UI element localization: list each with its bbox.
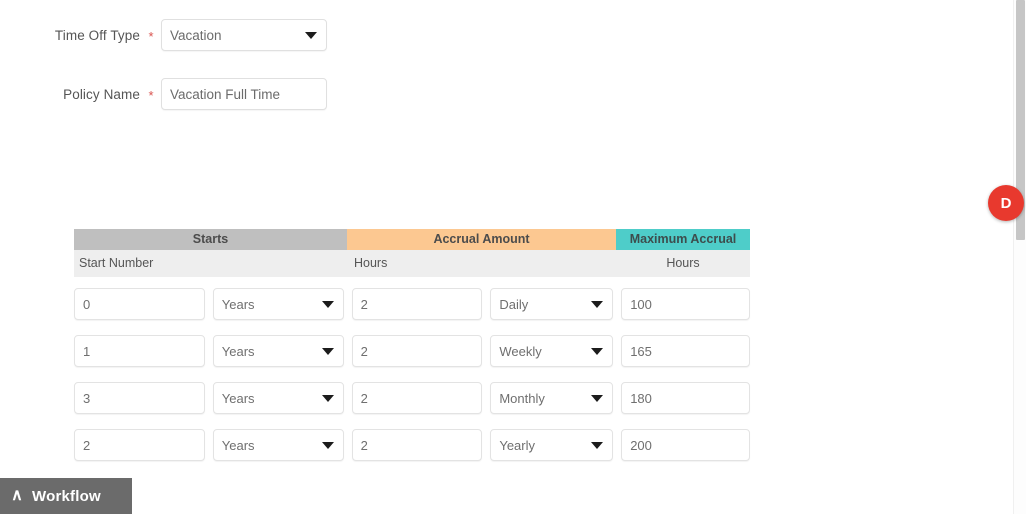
chevron-down-icon — [591, 301, 604, 308]
start-number-input[interactable]: 3 — [74, 382, 205, 414]
table-row: 1 Years 2 Weekly 165 — [74, 335, 750, 367]
form-row-policy-name: Policy Name * Vacation Full Time — [0, 78, 327, 110]
accrual-frequency-select[interactable]: Weekly — [490, 335, 614, 367]
column-group-maximum-accrual: Maximum Accrual — [616, 229, 750, 250]
accrual-amount-value: 2 — [360, 343, 368, 359]
chevron-down-icon — [321, 442, 334, 449]
table-row: 3 Years 2 Monthly 180 — [74, 382, 750, 414]
time-off-type-value: Vacation — [170, 27, 222, 43]
start-number-value: 3 — [83, 390, 91, 406]
column-group-accrual-amount: Accrual Amount — [347, 229, 616, 250]
accrual-amount-input[interactable]: 2 — [351, 382, 483, 414]
required-indicator-policy-name: * — [148, 87, 154, 103]
subheader-start-number: Start Number — [79, 256, 154, 270]
accrual-amount-value: 2 — [360, 437, 368, 453]
accrual-table: Starts Accrual Amount Maximum Accrual St… — [74, 229, 750, 476]
chevron-down-icon — [591, 442, 604, 449]
chevron-down-icon — [321, 395, 334, 402]
maximum-accrual-value: 180 — [630, 390, 652, 406]
start-unit-value: Years — [221, 343, 255, 359]
workflow-label: Workflow — [32, 487, 101, 505]
policy-name-input[interactable]: Vacation Full Time — [161, 78, 327, 110]
column-group-starts: Starts — [74, 229, 347, 250]
subheader-accrual-hours: Hours — [354, 256, 388, 270]
start-number-input[interactable]: 2 — [74, 429, 205, 461]
chevron-up-icon: ∧ — [11, 487, 23, 504]
chevron-down-icon — [321, 348, 334, 355]
page-canvas: Time Off Type * Vacation Policy Name * V… — [0, 0, 1014, 514]
accrual-frequency-select[interactable]: Monthly — [490, 382, 614, 414]
chevron-down-icon — [321, 301, 334, 308]
start-number-input[interactable]: 1 — [74, 335, 205, 367]
user-avatar-badge[interactable]: D — [988, 185, 1024, 221]
accrual-frequency-value: Daily — [499, 296, 529, 312]
chevron-down-icon — [591, 348, 604, 355]
accrual-amount-input[interactable]: 2 — [351, 288, 483, 320]
accrual-amount-value: 2 — [360, 390, 368, 406]
accrual-frequency-value: Monthly — [499, 390, 545, 406]
time-off-type-select[interactable]: Vacation — [161, 19, 327, 51]
maximum-accrual-input[interactable]: 100 — [621, 288, 750, 320]
start-number-value: 1 — [83, 343, 91, 359]
accrual-frequency-select[interactable]: Yearly — [490, 429, 614, 461]
form-row-time-off-type: Time Off Type * Vacation — [0, 19, 327, 51]
start-unit-value: Years — [221, 390, 255, 406]
maximum-accrual-value: 100 — [630, 296, 652, 312]
accrual-frequency-value: Weekly — [499, 343, 542, 359]
start-number-value: 2 — [83, 437, 91, 453]
chevron-down-icon — [305, 32, 317, 39]
avatar-initial: D — [1000, 194, 1012, 212]
accrual-table-rows: 0 Years 2 Daily 100 1 Years 2 Weekly 165… — [74, 277, 750, 461]
accrual-amount-input[interactable]: 2 — [351, 335, 483, 367]
chevron-down-icon — [591, 395, 604, 402]
maximum-accrual-value: 165 — [630, 343, 652, 359]
start-unit-value: Years — [221, 437, 255, 453]
table-row: 0 Years 2 Daily 100 — [74, 288, 750, 320]
maximum-accrual-input[interactable]: 180 — [621, 382, 750, 414]
policy-name-value: Vacation Full Time — [170, 86, 281, 102]
accrual-amount-input[interactable]: 2 — [351, 429, 483, 461]
maximum-accrual-value: 200 — [630, 437, 652, 453]
start-number-value: 0 — [83, 296, 91, 312]
accrual-frequency-value: Yearly — [499, 437, 535, 453]
start-unit-select[interactable]: Years — [212, 288, 344, 320]
start-unit-select[interactable]: Years — [212, 429, 344, 461]
start-unit-select[interactable]: Years — [212, 335, 344, 367]
table-row: 2 Years 2 Yearly 200 — [74, 429, 750, 461]
accrual-table-group-header: Starts Accrual Amount Maximum Accrual — [74, 229, 750, 250]
label-time-off-type: Time Off Type — [54, 27, 140, 43]
start-unit-select[interactable]: Years — [212, 382, 344, 414]
label-policy-name: Policy Name — [63, 86, 140, 102]
maximum-accrual-input[interactable]: 165 — [621, 335, 750, 367]
accrual-table-sub-header: Start Number Hours Hours — [74, 250, 750, 277]
workflow-toggle-bar[interactable]: ∧ Workflow — [0, 478, 132, 514]
accrual-amount-value: 2 — [360, 296, 368, 312]
subheader-maximum-hours: Hours — [666, 256, 700, 270]
vertical-scrollbar[interactable] — [1013, 0, 1026, 514]
required-indicator-time-off-type: * — [148, 28, 154, 44]
start-number-input[interactable]: 0 — [74, 288, 205, 320]
accrual-frequency-select[interactable]: Daily — [490, 288, 614, 320]
maximum-accrual-input[interactable]: 200 — [621, 429, 750, 461]
start-unit-value: Years — [221, 296, 255, 312]
